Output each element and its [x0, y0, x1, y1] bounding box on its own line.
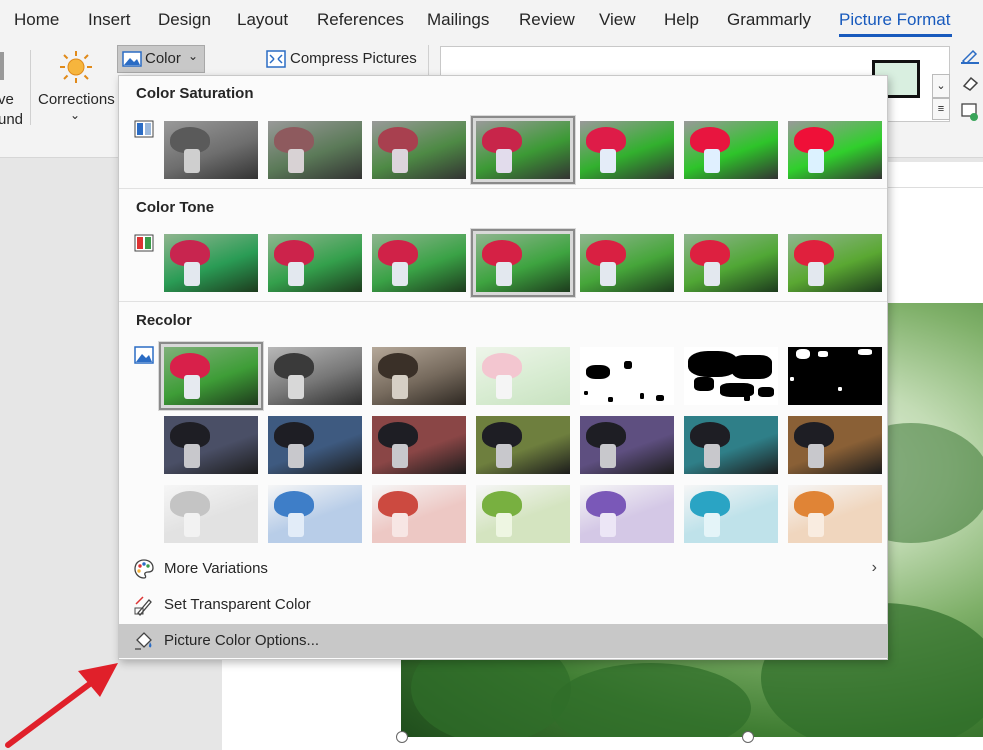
tab-layout[interactable]: Layout [237, 10, 288, 30]
color-dropdown-menu: Color Saturation Color Tone Recolor More… [118, 75, 888, 660]
compress-icon[interactable] [266, 50, 286, 68]
saturation-thumbnail[interactable] [788, 121, 882, 179]
corrections-dropdown-icon[interactable]: ⌄ [70, 108, 80, 122]
recolor-thumbnail[interactable] [164, 485, 258, 543]
ribbon-separator [30, 50, 31, 125]
tone-thumbnail[interactable] [684, 234, 778, 292]
gallery-scroll-down[interactable]: ⌄ [932, 74, 950, 98]
more-variations-label: More Variations [164, 560, 268, 577]
tone-thumbnail[interactable] [471, 229, 575, 297]
color-icon [122, 51, 142, 67]
remove-bg-label-1[interactable]: ve [0, 91, 14, 108]
recolor-thumbnail[interactable] [580, 485, 674, 543]
color-button[interactable]: Color ⌄ [117, 45, 205, 73]
picture-effects-icon[interactable] [960, 74, 980, 92]
picture-border-icon[interactable] [960, 46, 980, 64]
tone-thumbnail[interactable] [164, 234, 258, 292]
tab-design[interactable]: Design [158, 10, 211, 30]
vertical-ruler [886, 162, 983, 188]
remove-bg-icon [0, 52, 4, 80]
section-title-saturation: Color Saturation [136, 85, 254, 102]
set-transparent-color-item[interactable]: Set Transparent Color [119, 588, 887, 622]
recolor-thumbnail[interactable] [476, 485, 570, 543]
recolor-thumbnail[interactable] [159, 342, 263, 410]
ribbon-tab-bar: Home Insert Design Layout References Mai… [0, 0, 983, 40]
recolor-thumbnail[interactable] [684, 347, 778, 405]
recolor-thumbnail[interactable] [268, 416, 362, 474]
color-button-label: Color [145, 50, 181, 67]
section-title-tone: Color Tone [136, 199, 215, 216]
picture-color-options-item[interactable]: Picture Color Options... [119, 624, 887, 658]
recolor-thumbnail[interactable] [788, 485, 882, 543]
menu-divider [119, 301, 887, 302]
picture-color-options-label: Picture Color Options... [164, 632, 320, 649]
tab-home[interactable]: Home [14, 10, 59, 30]
remove-bg-label-2[interactable]: und [0, 111, 23, 128]
gallery-more-button[interactable]: ≡ [932, 98, 950, 120]
saturation-thumbnail[interactable] [372, 121, 466, 179]
recolor-icon [134, 346, 154, 364]
recolor-thumbnail[interactable] [476, 347, 570, 405]
recolor-thumbnail[interactable] [684, 485, 778, 543]
tab-references[interactable]: References [317, 10, 404, 30]
recolor-thumbnail[interactable] [372, 347, 466, 405]
tone-thumbnail[interactable] [788, 234, 882, 292]
recolor-thumbnail[interactable] [372, 416, 466, 474]
menu-divider [119, 188, 887, 189]
recolor-thumbnail[interactable] [476, 416, 570, 474]
tab-grammarly[interactable]: Grammarly [727, 10, 811, 30]
recolor-thumbnail[interactable] [372, 485, 466, 543]
active-tab-indicator [839, 34, 952, 37]
recolor-thumbnail[interactable] [268, 347, 362, 405]
tab-review[interactable]: Review [519, 10, 575, 30]
tab-help[interactable]: Help [664, 10, 699, 30]
saturation-thumbnail[interactable] [471, 116, 575, 184]
recolor-thumbnail[interactable] [164, 416, 258, 474]
recolor-thumbnail[interactable] [580, 347, 674, 405]
recolor-thumbnail[interactable] [580, 416, 674, 474]
saturation-icon [134, 120, 154, 138]
tab-insert[interactable]: Insert [88, 10, 131, 30]
paintbucket-icon [135, 632, 152, 650]
tab-mailings[interactable]: Mailings [427, 10, 489, 30]
chevron-down-icon: ⌄ [188, 49, 199, 63]
eyedropper-pen-icon [134, 596, 152, 616]
recolor-thumbnail[interactable] [268, 485, 362, 543]
sun-icon[interactable] [58, 49, 94, 85]
tone-thumbnail[interactable] [372, 234, 466, 292]
recolor-thumbnail[interactable] [684, 416, 778, 474]
corrections-button[interactable]: Corrections [38, 91, 115, 108]
tone-icon [134, 234, 154, 252]
chevron-right-icon: › [871, 559, 877, 576]
section-title-recolor: Recolor [136, 312, 192, 329]
saturation-thumbnail[interactable] [684, 121, 778, 179]
resize-handle[interactable] [742, 731, 754, 743]
more-variations-item[interactable]: More Variations › [119, 552, 887, 586]
saturation-thumbnail[interactable] [164, 121, 258, 179]
picture-layout-icon[interactable] [960, 102, 980, 122]
recolor-thumbnail[interactable] [788, 347, 882, 405]
tone-thumbnail[interactable] [580, 234, 674, 292]
saturation-thumbnail[interactable] [268, 121, 362, 179]
palette-icon [134, 559, 154, 579]
tab-view[interactable]: View [599, 10, 636, 30]
tone-thumbnail[interactable] [268, 234, 362, 292]
recolor-thumbnail[interactable] [788, 416, 882, 474]
annotation-arrow [5, 663, 118, 748]
saturation-thumbnail[interactable] [580, 121, 674, 179]
compress-pictures-button[interactable]: Compress Pictures [290, 50, 417, 67]
tab-picture-format[interactable]: Picture Format [839, 10, 950, 30]
set-transparent-color-label: Set Transparent Color [164, 596, 311, 613]
resize-handle[interactable] [396, 731, 408, 743]
